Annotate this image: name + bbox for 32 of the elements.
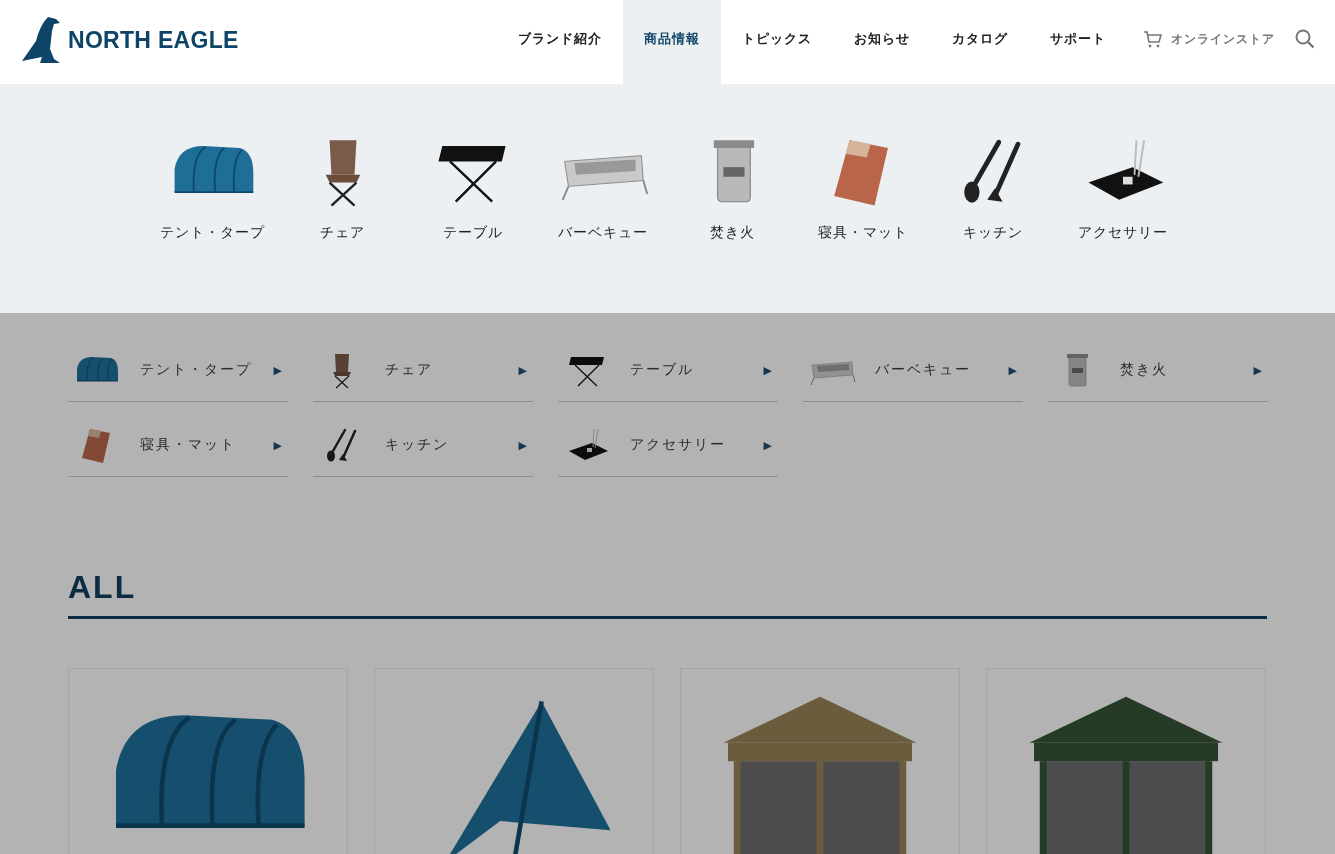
product-card[interactable] [374,668,654,854]
product-card[interactable] [986,668,1266,854]
nav-tab[interactable]: サポート [1029,0,1127,84]
product-card[interactable] [680,668,960,854]
online-store-link[interactable]: オンラインストア [1127,0,1285,84]
category-item[interactable]: テーブル ▶ [558,339,778,402]
category-item[interactable]: キッチン ▶ [313,414,533,477]
nav-tab[interactable]: ブランド紹介 [497,0,623,84]
category-item[interactable]: アクセサリー ▶ [558,414,778,477]
category-link[interactable]: テント・タープ [160,224,265,242]
category-item[interactable]: 焚き火 ▶ [1048,339,1268,402]
category-item[interactable]: バーベキュー ▶ [803,339,1023,402]
brand-name: NORTH EAGLE [68,26,239,54]
nav-tab[interactable]: 商品情報 [623,0,721,84]
category-link[interactable]: 焚き火 [710,224,755,242]
nav-tab[interactable]: トピックス [721,0,833,84]
category-link[interactable]: アクセサリー [1077,224,1168,242]
category-link[interactable]: テーブル [442,224,503,242]
nav-tab[interactable]: カタログ [931,0,1029,84]
product-card[interactable] [68,668,348,854]
category-item[interactable]: テント・タープ ▶ [68,339,288,402]
eagle-logo-icon [20,15,62,65]
category-link[interactable]: キッチン [962,224,1023,242]
section-title: ALL [68,569,1267,619]
category-link[interactable]: 寝具・マット [817,224,908,242]
category-item[interactable]: チェア ▶ [313,339,533,402]
cart-icon [1143,30,1163,48]
search-icon[interactable] [1295,29,1315,49]
category-link[interactable]: チェア [320,224,365,242]
category-item[interactable]: 寝具・マット ▶ [68,414,288,477]
nav-tab[interactable]: お知らせ [833,0,931,84]
category-link[interactable]: バーベキュー [557,224,648,242]
